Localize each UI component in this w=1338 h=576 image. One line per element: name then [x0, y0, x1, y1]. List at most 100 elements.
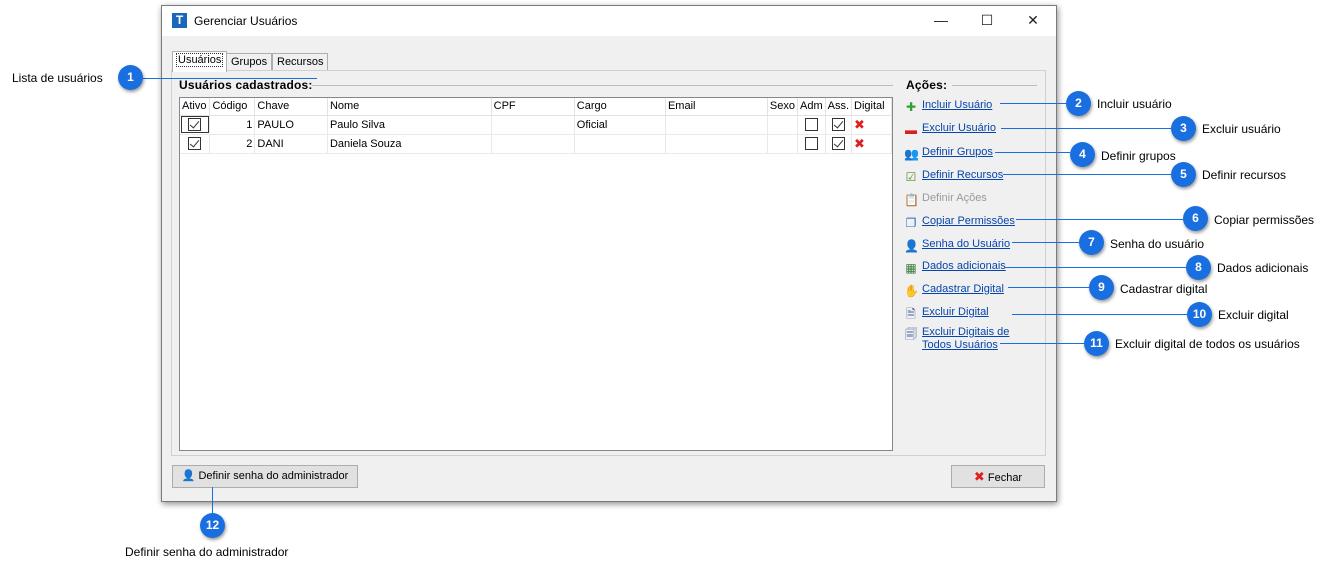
action-delete-all-digital[interactable]: 🗐 Excluir Digitais de Todos Usuários — [904, 326, 1009, 351]
nome-cell: Paulo Silva — [327, 115, 492, 135]
close-window-button[interactable]: ✕ — [1010, 6, 1056, 36]
column-header-ativo[interactable]: Ativo — [180, 98, 211, 116]
hand-icon: ✋ — [904, 284, 919, 298]
button-label: Definir senha do administrador — [198, 470, 349, 482]
callout-label: Definir senha do administrador — [125, 545, 289, 559]
minus-icon: ▬ — [905, 123, 917, 137]
callout-badge: 10 — [1187, 302, 1212, 327]
clipboard-check-icon: 📋 — [904, 193, 919, 207]
tab-grupos[interactable]: Grupos — [226, 53, 273, 71]
action-hand[interactable]: ✋ Cadastrar Digital — [904, 283, 1004, 299]
action-label: Senha do Usuário — [922, 238, 1011, 250]
column-header-sexo[interactable]: Sexo — [767, 98, 799, 116]
adm-cell[interactable] — [797, 134, 826, 154]
group-divider — [312, 85, 893, 86]
users-grid[interactable]: Ativo Código Chave Nome CPF Cargo Email … — [179, 97, 893, 451]
action-delete-digital[interactable]: 🗎 Excluir Digital — [904, 306, 989, 322]
title-bar[interactable]: T Gerenciar Usuários — ☐ ✕ — [162, 6, 1056, 36]
chave-cell: PAULO — [254, 115, 328, 135]
column-header-codigo[interactable]: Código — [209, 98, 256, 116]
callout-badge: 8 — [1186, 255, 1211, 280]
action-label: Definir Ações — [922, 192, 987, 204]
adm-cell[interactable] — [797, 115, 826, 135]
codigo-cell: 1 — [209, 115, 256, 135]
callout-connector — [1012, 242, 1079, 243]
ativo-cell[interactable] — [180, 115, 211, 135]
data-table-icon: ▦ — [905, 261, 917, 275]
tab-label: Grupos — [231, 56, 268, 68]
callout-badge: 7 — [1079, 230, 1104, 255]
action-label: Cadastrar Digital — [922, 283, 1004, 295]
chave-cell: DANI — [254, 134, 328, 154]
action-copy[interactable]: ❐ Copiar Permissões — [904, 215, 1015, 231]
action-label: Excluir Digital — [922, 306, 989, 318]
action-checklist[interactable]: ☑ Definir Recursos — [904, 169, 1004, 185]
callout-connector — [1008, 287, 1089, 288]
callout-connector — [1005, 267, 1186, 268]
ass-cell[interactable] — [825, 115, 853, 135]
callout-connector — [212, 487, 213, 513]
column-header-cargo[interactable]: Cargo — [574, 98, 666, 116]
column-header-cpf[interactable]: CPF — [491, 98, 575, 116]
action-label: Incluir Usuário — [922, 99, 993, 111]
table-row[interactable]: 1 PAULO Paulo Silva Oficial ✖ — [180, 115, 892, 135]
email-cell — [665, 115, 768, 135]
tab-recursos[interactable]: Recursos — [272, 53, 329, 71]
callout-connector — [1016, 219, 1183, 220]
callout-badge: 5 — [1171, 162, 1196, 187]
column-header-chave[interactable]: Chave — [254, 98, 328, 116]
ass-checkbox[interactable] — [831, 137, 845, 150]
column-header-nome[interactable]: Nome — [327, 98, 492, 116]
callout-badge: 9 — [1089, 275, 1114, 300]
digital-cell: ✖ — [851, 115, 892, 135]
define-admin-password-button[interactable]: 👤 Definir senha do administrador — [172, 465, 358, 488]
adm-checkbox[interactable] — [804, 118, 818, 131]
action-group[interactable]: 👥 Definir Grupos — [904, 146, 993, 162]
action-label: Definir Recursos — [922, 169, 1004, 181]
callout-label: Excluir digital — [1218, 308, 1289, 322]
button-label: Fechar — [987, 472, 1023, 484]
action-data-table[interactable]: ▦ Dados adicionais — [904, 260, 1005, 276]
callout-badge: 2 — [1066, 91, 1091, 116]
callout-label: Definir recursos — [1202, 168, 1287, 182]
action-minus[interactable]: ▬ Excluir Usuário — [904, 122, 996, 138]
ativo-checkbox[interactable] — [188, 118, 202, 131]
ativo-cell[interactable] — [180, 134, 211, 154]
callout-label: Senha do usuário — [1110, 237, 1205, 251]
callout-connector — [1003, 174, 1171, 175]
action-label: Definir Grupos — [922, 146, 993, 158]
callout-label: Copiar permissões — [1214, 213, 1315, 227]
ativo-checkbox[interactable] — [188, 137, 202, 150]
action-plus[interactable]: ✚ Incluir Usuário — [904, 99, 992, 115]
column-header-ass[interactable]: Ass. — [825, 98, 853, 116]
column-header-digital[interactable]: Digital — [851, 98, 892, 116]
callout-badge: 11 — [1084, 331, 1109, 356]
action-label: Copiar Permissões — [922, 215, 1015, 227]
group-icon: 👥 — [904, 147, 919, 161]
callout-label: Excluir digital de todos os usuários — [1115, 337, 1300, 351]
ass-cell[interactable] — [825, 134, 853, 154]
sexo-cell — [767, 134, 799, 154]
sexo-cell — [767, 115, 799, 135]
minimize-button[interactable]: — — [918, 6, 964, 36]
action-label: Excluir Digitais de Todos Usuários — [922, 326, 1010, 351]
callout-label: Cadastrar digital — [1120, 282, 1208, 296]
cpf-cell — [491, 115, 575, 135]
close-button[interactable]: ✖ Fechar — [951, 465, 1045, 488]
users-group-title: Usuários cadastrados: — [179, 78, 313, 92]
action-clipboard-check: 📋 Definir Ações — [904, 192, 987, 208]
maximize-button[interactable]: ☐ — [964, 6, 1010, 36]
action-user-key[interactable]: 👤 Senha do Usuário — [904, 238, 1010, 254]
adm-checkbox[interactable] — [804, 137, 818, 150]
action-label: Excluir Usuário — [922, 122, 996, 134]
ass-checkbox[interactable] — [831, 118, 845, 131]
cpf-cell — [491, 134, 575, 154]
column-header-adm[interactable]: Adm — [797, 98, 826, 116]
manage-users-window: T Gerenciar Usuários — ☐ ✕ Usuários Grup… — [161, 5, 1057, 502]
column-header-email[interactable]: Email — [665, 98, 768, 116]
cargo-cell — [574, 134, 666, 154]
callout-label: Definir grupos — [1101, 149, 1176, 163]
tab-usuarios[interactable]: Usuários — [172, 51, 228, 72]
table-row[interactable]: 2 DANI Daniela Souza ✖ — [180, 134, 892, 154]
callout-badge: 6 — [1183, 206, 1208, 231]
